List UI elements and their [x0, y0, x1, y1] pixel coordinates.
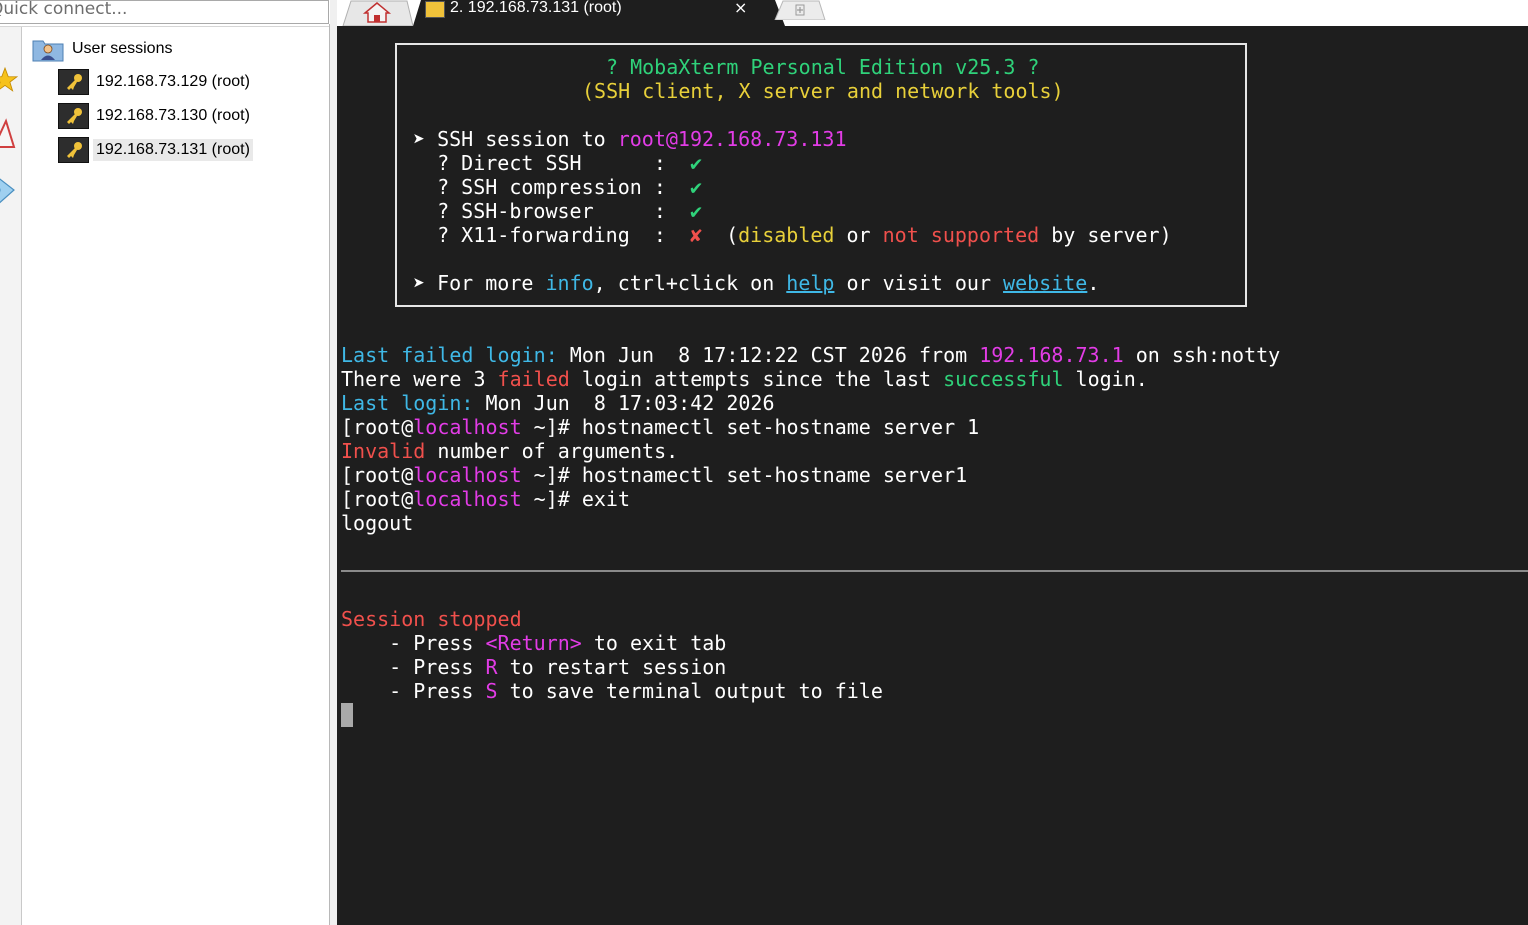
session-item-129[interactable]: 192.168.73.129 (root): [58, 66, 253, 98]
key-icon: [58, 69, 89, 95]
banner-session-line: ➤ SSH session to root@192.168.73.131: [413, 127, 847, 151]
help-line-return: - Press <Return> to exit tab: [341, 631, 727, 655]
quick-connect-input[interactable]: Quick connect...: [0, 0, 329, 24]
splitter[interactable]: [330, 0, 337, 925]
new-tab-button[interactable]: [773, 0, 827, 20]
last-failed-login-line: Last failed login: Mon Jun 8 17:12:22 CS…: [341, 343, 1281, 367]
divider: [0, 26, 330, 27]
banner-info-line: ➤ For more info, ctrl+click on help or v…: [413, 271, 1100, 295]
error-line: Invalid number of arguments.: [341, 439, 679, 463]
website-link[interactable]: website: [1003, 271, 1087, 295]
key-icon: [58, 137, 89, 163]
macro-icon[interactable]: [0, 117, 18, 151]
session-label: 192.168.73.129 (root): [96, 73, 250, 90]
session-stopped-line: Session stopped: [341, 607, 522, 631]
terminal-output[interactable]: ? MobaXterm Personal Edition v25.3 ? (SS…: [337, 26, 1528, 925]
tab-close-button[interactable]: ×: [734, 0, 747, 17]
help-line-save: - Press S to save terminal output to fil…: [341, 679, 883, 703]
sessions-panel: Quick connect... User sessions 192.168.7…: [0, 0, 337, 925]
session-label: 192.168.73.131 (root): [93, 139, 253, 161]
logout-line: logout: [341, 511, 414, 535]
tab-title: 2. 192.168.73.131 (root): [450, 0, 622, 16]
tree-folder-label: User sessions: [72, 40, 173, 57]
help-link[interactable]: help: [786, 271, 834, 295]
tab-bar: 2. 192.168.73.131 (root) ×: [337, 0, 1528, 26]
send-icon[interactable]: [0, 172, 18, 208]
banner-feature-browser: ? SSH-browser : ✔: [413, 199, 702, 223]
help-line-restart: - Press R to restart session: [341, 655, 727, 679]
command-line-2: [root@localhost ~]# hostnamectl set-host…: [341, 463, 968, 487]
session-item-130[interactable]: 192.168.73.130 (root): [58, 100, 253, 132]
user-folder-icon: [32, 40, 64, 62]
sidebar-tool-strip: [0, 27, 22, 925]
tree-folder-user-sessions[interactable]: User sessions: [32, 33, 175, 65]
star-icon[interactable]: [0, 67, 18, 93]
banner-feature-direct-ssh: ? Direct SSH : ✔: [413, 151, 702, 175]
banner-feature-x11: ? X11-forwarding : ✘ (disabled or not su…: [413, 223, 1172, 247]
banner-feature-compression: ? SSH compression : ✔: [413, 175, 702, 199]
tab-home[interactable]: [337, 0, 413, 26]
banner-title: ? MobaXterm Personal Edition v25.3 ?: [606, 55, 1040, 79]
key-icon: [425, 1, 445, 18]
command-line-3: [root@localhost ~]# exit: [341, 487, 631, 511]
terminal-cursor: [341, 703, 353, 727]
failed-attempts-line: There were 3 failed login attempts since…: [341, 367, 1148, 391]
last-login-line: Last login: Mon Jun 8 17:03:42 2026: [341, 391, 775, 415]
session-item-131[interactable]: 192.168.73.131 (root): [58, 134, 253, 166]
banner-subtitle: (SSH client, X server and network tools): [582, 79, 1064, 103]
command-line-1: [root@localhost ~]# hostnamectl set-host…: [341, 415, 980, 439]
tab-active-session[interactable]: 2. 192.168.73.131 (root) ×: [413, 0, 803, 26]
quick-connect-placeholder: Quick connect...: [0, 0, 128, 19]
key-icon: [58, 103, 89, 129]
session-label: 192.168.73.130 (root): [96, 107, 250, 124]
session-separator: [341, 570, 1528, 572]
